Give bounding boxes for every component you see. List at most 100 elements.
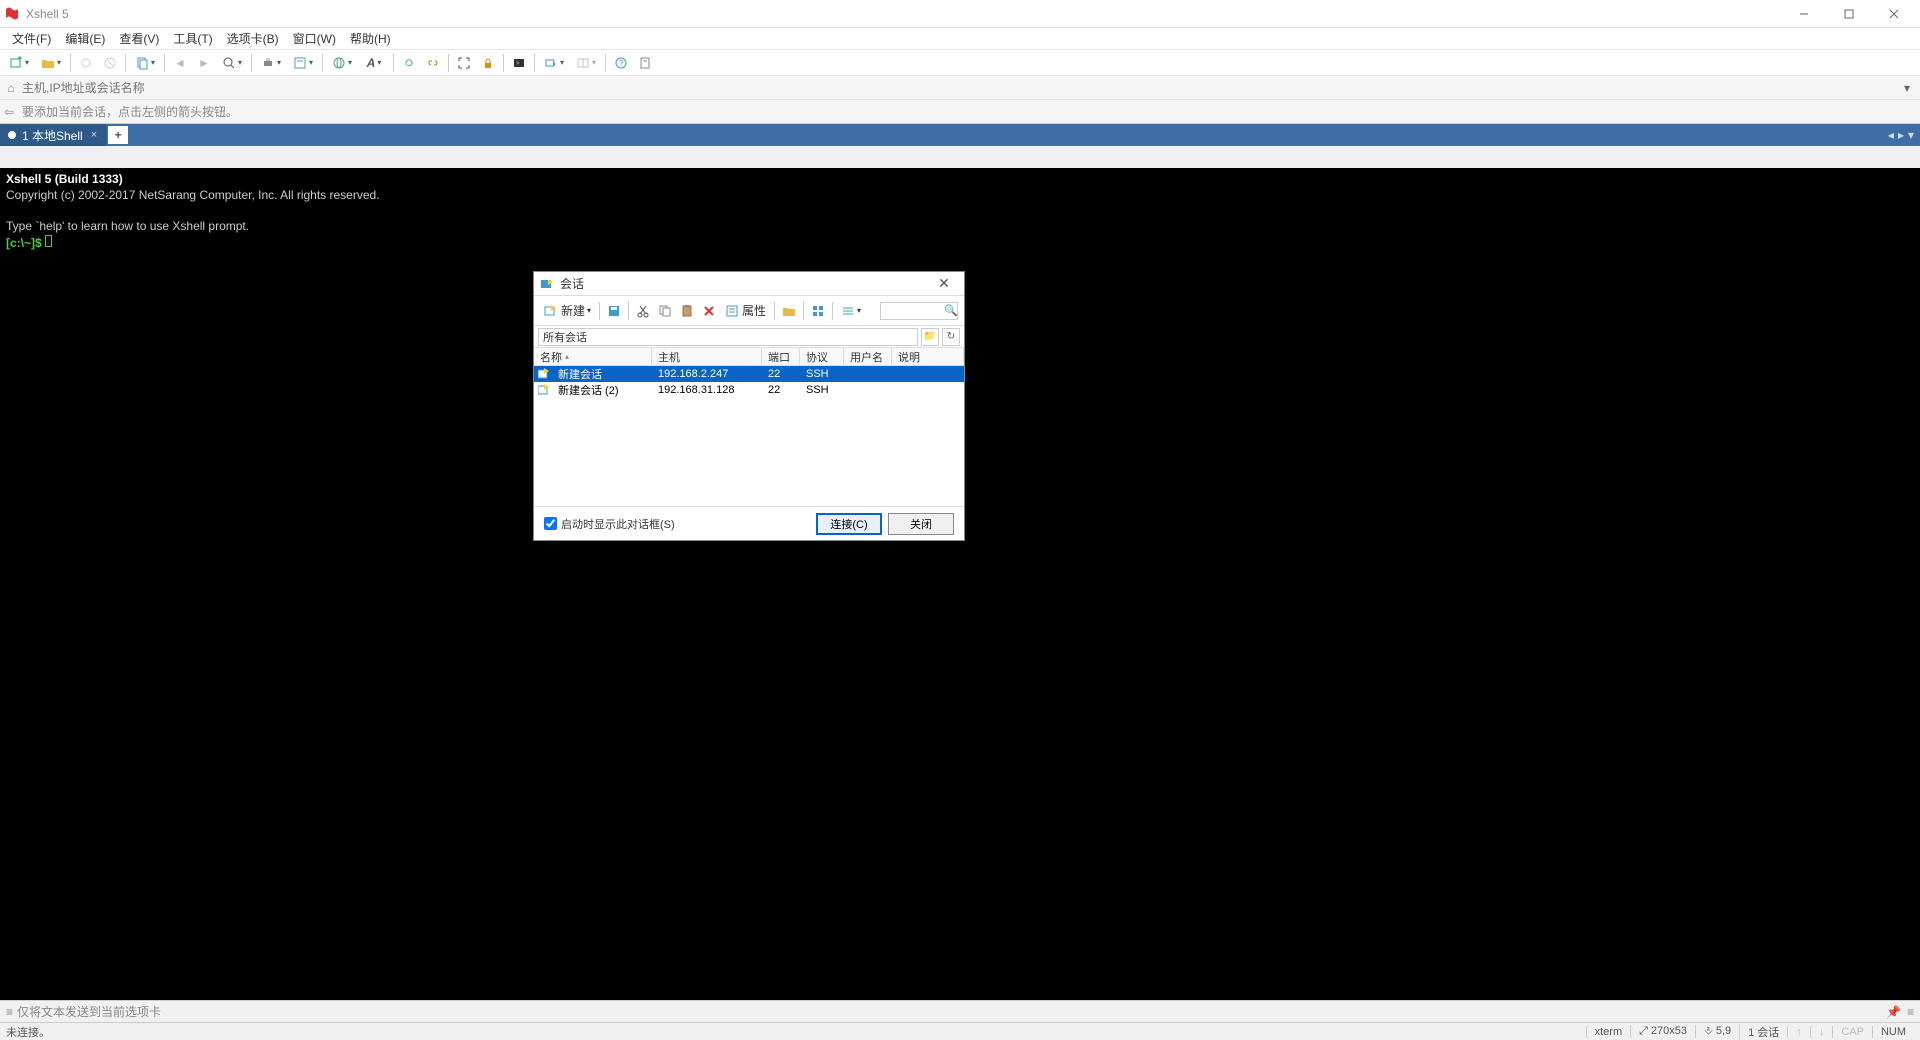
folder-icon[interactable] xyxy=(779,301,799,321)
status-cap: CAP xyxy=(1832,1026,1872,1038)
layout-icon[interactable] xyxy=(571,52,601,74)
search-icon[interactable] xyxy=(217,52,247,74)
lock-icon[interactable] xyxy=(477,52,499,74)
status-down-icon[interactable]: ↓ xyxy=(1810,1026,1833,1038)
hint-arrow-icon[interactable]: ⇦ xyxy=(4,105,18,119)
status-connection: 未连接。 xyxy=(6,1024,50,1040)
print-icon[interactable] xyxy=(256,52,286,74)
menu-tools[interactable]: 工具(T) xyxy=(167,28,218,49)
dialog-path-input[interactable]: 所有会话 xyxy=(538,328,918,346)
minimize-button[interactable] xyxy=(1781,0,1826,28)
properties-icon[interactable] xyxy=(288,52,318,74)
pin-icon[interactable]: 📌 xyxy=(1886,1005,1901,1019)
close-button[interactable] xyxy=(1871,0,1916,28)
copy-icon[interactable] xyxy=(130,52,160,74)
menu-window[interactable]: 窗口(W) xyxy=(287,28,342,49)
globe-icon[interactable] xyxy=(327,52,357,74)
tab-next-icon[interactable]: ▸ xyxy=(1898,128,1904,142)
separator xyxy=(251,54,252,72)
menu-view[interactable]: 查看(V) xyxy=(113,28,165,49)
dialog-icon xyxy=(540,277,554,291)
delete-icon[interactable] xyxy=(699,301,719,321)
col-desc[interactable]: 说明 xyxy=(892,348,964,365)
status-up-icon[interactable]: ↑ xyxy=(1787,1026,1810,1038)
grid-icon[interactable] xyxy=(808,301,828,321)
refresh-icon[interactable] xyxy=(398,52,420,74)
app-title: Xshell 5 xyxy=(26,7,1781,21)
address-input[interactable] xyxy=(18,81,1898,95)
disconnect-icon[interactable] xyxy=(99,52,121,74)
open-icon[interactable] xyxy=(36,52,66,74)
startup-checkbox-label[interactable]: 启动时显示此对话框(S) xyxy=(544,516,675,532)
status-size: ⤢270x53 xyxy=(1630,1025,1695,1038)
menu-help[interactable]: 帮助(H) xyxy=(344,28,397,49)
terminal-icon[interactable]: > xyxy=(508,52,530,74)
address-lock-icon: ⌂ xyxy=(4,81,18,95)
font-icon[interactable]: A xyxy=(359,52,389,74)
path-browse-icon[interactable]: 📁 xyxy=(921,328,939,346)
tab-nav: ◂ ▸ ▾ xyxy=(1882,124,1920,146)
new-session-icon[interactable] xyxy=(4,52,34,74)
titlebar: Xshell 5 xyxy=(0,0,1920,28)
startup-checkbox[interactable] xyxy=(544,517,557,530)
status-sessions: 1 会话 xyxy=(1739,1024,1787,1040)
separator xyxy=(605,54,606,72)
col-host[interactable]: 主机 xyxy=(652,348,762,365)
search-icon[interactable]: 🔍 xyxy=(941,304,961,317)
address-dropdown-icon[interactable]: ▾ xyxy=(1898,81,1916,95)
separator xyxy=(448,54,449,72)
dialog-titlebar[interactable]: 会话 ✕ xyxy=(534,272,964,296)
forward-icon[interactable]: ► xyxy=(193,52,215,74)
sessions-dialog: 会话 ✕ 新建 属性 🔍 所有会话 📁 ↻ 名称 主机 端口 协议 用户名 说明 xyxy=(533,271,965,541)
col-user[interactable]: 用户名 xyxy=(844,348,892,365)
menubar: 文件(F) 编辑(E) 查看(V) 工具(T) 选项卡(B) 窗口(W) 帮助(… xyxy=(0,28,1920,50)
tab-prev-icon[interactable]: ◂ xyxy=(1888,128,1894,142)
new-tab-button[interactable]: + xyxy=(108,126,128,144)
copy-icon[interactable] xyxy=(655,301,675,321)
dialog-search: 🔍 xyxy=(880,302,958,320)
tab-list-icon[interactable]: ▾ xyxy=(1908,128,1914,142)
transfer-icon[interactable] xyxy=(539,52,569,74)
session-row[interactable]: 新建会话 192.168.2.247 22 SSH xyxy=(534,366,964,382)
dialog-save-icon[interactable] xyxy=(604,301,624,321)
menu-icon[interactable]: ≡ xyxy=(1907,1005,1914,1019)
connect-button[interactable]: 连接(C) xyxy=(816,513,882,535)
session-row[interactable]: 新建会话 (2) 192.168.31.128 22 SSH xyxy=(534,382,964,398)
hint-text: 要添加当前会话，点击左侧的箭头按钮。 xyxy=(22,103,238,120)
back-icon[interactable]: ◄ xyxy=(169,52,191,74)
dialog-bottom: 启动时显示此对话框(S) 连接(C) 关闭 xyxy=(534,506,964,540)
path-refresh-icon[interactable]: ↻ xyxy=(942,328,960,346)
view-mode-icon[interactable] xyxy=(837,300,865,322)
dialog-properties-button[interactable]: 属性 xyxy=(721,300,770,322)
menu-tab[interactable]: 选项卡(B) xyxy=(221,28,285,49)
separator xyxy=(503,54,504,72)
script-icon[interactable] xyxy=(634,52,656,74)
separator xyxy=(322,54,323,72)
reconnect-icon[interactable] xyxy=(75,52,97,74)
session-icon xyxy=(538,368,552,380)
status-term: xterm xyxy=(1586,1026,1631,1038)
tab-close-icon[interactable]: × xyxy=(91,129,97,141)
separator xyxy=(534,54,535,72)
svg-text:?: ? xyxy=(619,59,624,68)
help-icon[interactable]: ? xyxy=(610,52,632,74)
terminal-content: Xshell 5 (Build 1333) Copyright (c) 2002… xyxy=(0,168,1920,256)
tab-local-shell[interactable]: 1 本地Shell × xyxy=(0,124,106,146)
dialog-new-button[interactable]: 新建 xyxy=(540,300,595,322)
fullscreen-icon[interactable] xyxy=(453,52,475,74)
svg-text:>: > xyxy=(516,61,520,67)
col-port[interactable]: 端口 xyxy=(762,348,800,365)
maximize-button[interactable] xyxy=(1826,0,1871,28)
dialog-close-icon[interactable]: ✕ xyxy=(930,275,958,292)
dialog-close-button[interactable]: 关闭 xyxy=(888,513,954,535)
dialog-search-input[interactable] xyxy=(881,305,941,317)
main-toolbar: ◄ ► A > ? xyxy=(0,50,1920,76)
cut-icon[interactable] xyxy=(633,301,653,321)
col-proto[interactable]: 协议 xyxy=(800,348,844,365)
paste-icon[interactable] xyxy=(677,301,697,321)
menu-file[interactable]: 文件(F) xyxy=(6,28,57,49)
link-icon[interactable] xyxy=(422,52,444,74)
col-name[interactable]: 名称 xyxy=(534,348,652,365)
status-bar: 未连接。 xterm ⤢270x53 ⎀5,9 1 会话 ↑ ↓ CAP NUM xyxy=(0,1022,1920,1040)
menu-edit[interactable]: 编辑(E) xyxy=(59,28,111,49)
